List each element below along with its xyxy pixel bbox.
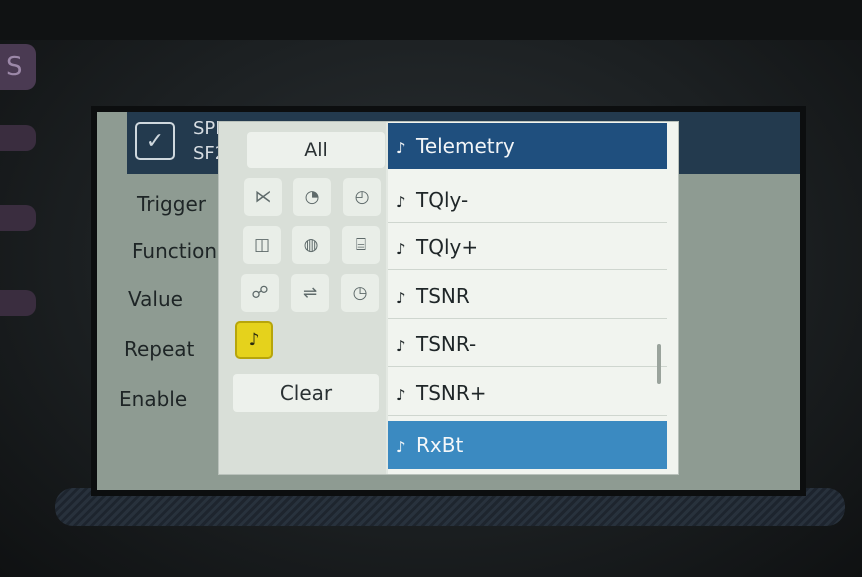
category-channel-icon[interactable]: ⇌ <box>291 274 329 312</box>
list-item-telemetry[interactable]: ♪ Telemetry <box>388 123 667 169</box>
category-switch-icon[interactable]: ◫ <box>243 226 281 264</box>
field-label-repeat: Repeat <box>124 337 195 361</box>
telemetry-icon: ♪ <box>396 240 406 258</box>
category-timer-icon[interactable]: ◴ <box>343 178 381 216</box>
field-label-enable: Enable <box>119 387 188 411</box>
telemetry-icon: ♪ <box>396 289 406 307</box>
source-picker-popup: All ⋉ ◔ ◴ ◫ ◍ ⌸ ☍ ⇌ ◷ ♪ Clear ♪ Telemetry… <box>219 122 678 474</box>
list-item[interactable]: ♪ TSNR+ <box>388 370 667 416</box>
bezel-top <box>0 0 862 40</box>
telemetry-icon: ♪ <box>396 337 406 355</box>
sys-button[interactable]: S <box>0 44 36 90</box>
list-scrollbar[interactable] <box>657 344 661 384</box>
list-item[interactable]: ♪ TSNR- <box>388 321 667 367</box>
telemetry-icon: ♪ <box>396 386 406 404</box>
all-button[interactable]: All <box>247 132 385 168</box>
side-button-2[interactable] <box>0 205 36 231</box>
category-telemetry-icon[interactable]: ♪ <box>235 321 273 359</box>
category-panel: All ⋉ ◔ ◴ ◫ ◍ ⌸ ☍ ⇌ ◷ ♪ Clear <box>219 122 386 474</box>
category-pot-icon[interactable]: ◔ <box>293 178 331 216</box>
category-gvar-icon[interactable]: ☍ <box>241 274 279 312</box>
list-item[interactable]: ♪ TQly- <box>388 177 667 223</box>
field-label-value: Value <box>128 287 183 311</box>
field-label-trigger: Trigger <box>137 192 206 216</box>
side-button-3[interactable] <box>0 290 36 316</box>
source-list: ♪ Telemetry ♪ TQly- ♪ TQly+ ♪ TSNR ♪ TSNR- ♪ T… <box>388 122 678 474</box>
category-stick-icon[interactable]: ⋉ <box>244 178 282 216</box>
category-clock-icon[interactable]: ◷ <box>341 274 379 312</box>
side-button-1[interactable] <box>0 125 36 151</box>
telemetry-icon: ♪ <box>396 139 406 157</box>
carbon-strip <box>55 488 845 526</box>
category-logic-icon[interactable]: ⌸ <box>342 226 380 264</box>
category-trim-icon[interactable]: ◍ <box>292 226 330 264</box>
telemetry-icon: ♪ <box>396 193 406 211</box>
clear-button[interactable]: Clear <box>233 374 379 412</box>
list-item[interactable]: ♪ TQly+ <box>388 224 667 270</box>
telemetry-icon: ♪ <box>396 438 406 456</box>
list-item[interactable]: ♪ TSNR <box>388 273 667 319</box>
checkbox-icon: ✓ <box>135 122 175 160</box>
list-item-rxbt-selected[interactable]: ♪ RxBt <box>388 421 667 469</box>
field-label-function: Function <box>132 239 218 263</box>
